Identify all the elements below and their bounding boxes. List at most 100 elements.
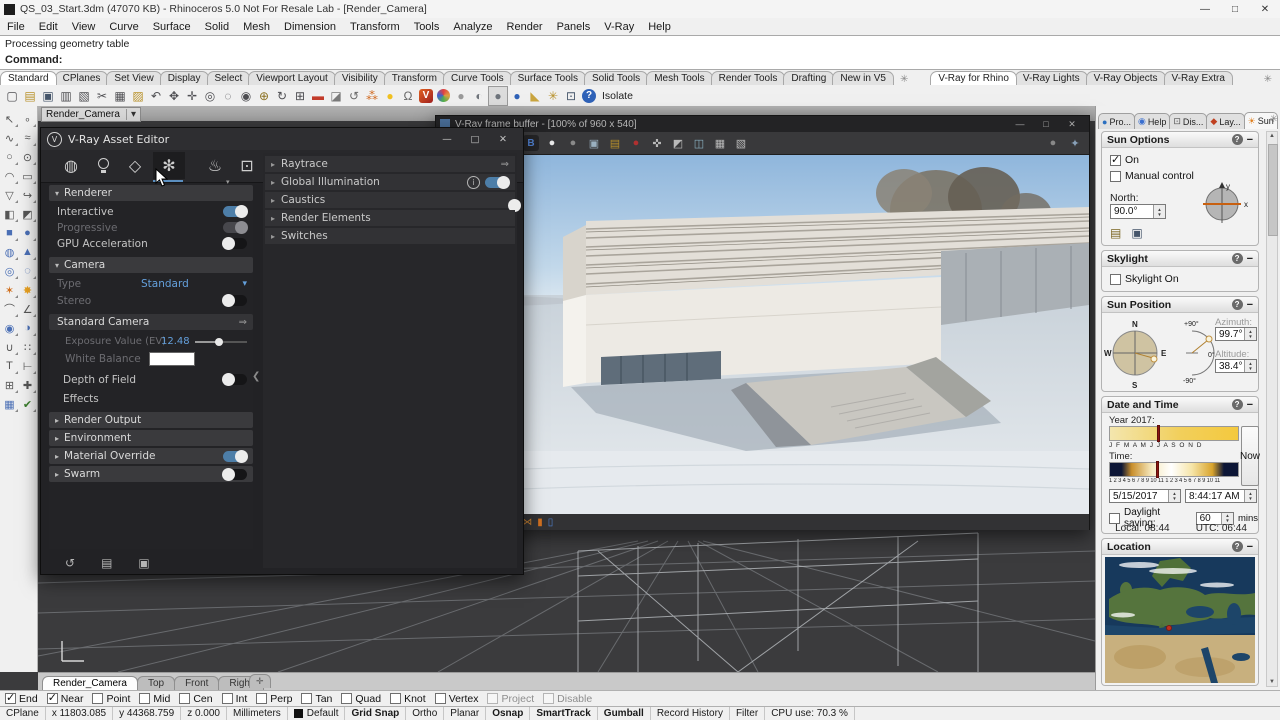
renderer-section-header[interactable]: Renderer	[49, 185, 253, 201]
geometry-icon[interactable]: ◇	[119, 152, 151, 179]
save-icon[interactable]: ▣	[138, 556, 149, 570]
collapse-minus-icon[interactable]	[1247, 399, 1253, 411]
frame-buffer-window-icon[interactable]: ⊡	[231, 152, 263, 179]
toolbar-tab[interactable]: Curve Tools	[443, 71, 512, 85]
spin-arrows-icon[interactable]	[1221, 513, 1233, 524]
toolbar-tab[interactable]: Select	[207, 71, 251, 85]
toolbar-tab[interactable]: Viewport Layout	[248, 71, 336, 85]
cut-icon[interactable]: ✂	[93, 87, 111, 105]
polygon-icon[interactable]: ▽	[1, 186, 18, 204]
viewport-title-tab[interactable]: Render_Camera	[41, 107, 141, 122]
fb-close-icon[interactable]	[1059, 119, 1085, 130]
box-icon[interactable]: ■	[1, 224, 18, 242]
year-slider[interactable]	[1109, 426, 1239, 441]
osnap-checkbox[interactable]: Disable	[543, 693, 592, 705]
chamfer-icon[interactable]: ∠	[19, 300, 36, 318]
sidebar-scrollbar[interactable]	[1266, 131, 1278, 687]
materials-icon[interactable]: ◍	[55, 152, 87, 179]
spin-arrows-icon[interactable]	[1244, 328, 1256, 340]
help-circle-icon[interactable]	[1232, 541, 1243, 552]
sun-options-header[interactable]: Sun Options	[1102, 132, 1258, 148]
collapse-flyout-icon[interactable]	[252, 371, 260, 382]
help-circle-icon[interactable]	[1232, 134, 1243, 145]
viewport-tab[interactable]: Front	[174, 676, 219, 690]
lights-icon[interactable]	[87, 152, 119, 179]
osnap-checkbox[interactable]: Near	[47, 693, 84, 705]
status-cell[interactable]: Ortho	[406, 707, 444, 720]
status-cell[interactable]: CPlane	[0, 707, 46, 720]
osnap-checkbox[interactable]: Knot	[390, 693, 426, 705]
swarm-toggle[interactable]	[223, 469, 247, 480]
ae-minimize-icon[interactable]	[433, 134, 461, 145]
status-cell[interactable]: Grid Snap	[345, 707, 406, 720]
menu-item[interactable]: Edit	[39, 21, 58, 33]
boolean-difference-icon[interactable]: ◑	[19, 319, 36, 337]
menu-item[interactable]: Render	[507, 21, 543, 33]
text-icon[interactable]: T	[1, 357, 18, 375]
fillet-icon[interactable]: ⌒	[1, 300, 18, 318]
vray-dome-light-icon[interactable]: ◐	[470, 87, 488, 105]
global-illumination-row[interactable]: Global Illumination i	[265, 174, 515, 190]
cone-icon[interactable]: ▲	[19, 243, 36, 261]
toolbar-tab[interactable]: Transform	[384, 71, 445, 85]
collapse-minus-icon[interactable]	[1247, 134, 1253, 146]
print-icon[interactable]: ▥	[57, 87, 75, 105]
menu-item[interactable]: Transform	[350, 21, 400, 33]
menu-item[interactable]: Help	[648, 21, 671, 33]
menu-item[interactable]: Mesh	[243, 21, 270, 33]
zoom-extents-icon[interactable]: ⊕	[255, 87, 273, 105]
progressive-toggle[interactable]	[223, 222, 247, 233]
close-icon[interactable]	[1250, 4, 1280, 15]
toolbar-tab[interactable]: Display	[160, 71, 209, 85]
join-icon[interactable]: ∪	[1, 338, 18, 356]
north-compass[interactable]: y x	[1196, 180, 1254, 226]
osnap-checkbox[interactable]: Cen	[179, 693, 212, 705]
vray-toolbar-tab[interactable]: V-Ray Extra	[1164, 71, 1233, 85]
vray-toolbar-tab[interactable]: V-Ray Objects	[1086, 71, 1166, 85]
annotate-icon[interactable]: ▧	[75, 87, 93, 105]
status-cell[interactable]: Millimeters	[227, 707, 288, 720]
sun-position-header[interactable]: Sun Position	[1102, 297, 1258, 313]
bar-orange-icon[interactable]: ▮	[537, 517, 543, 528]
minimize-icon[interactable]	[1190, 4, 1220, 15]
environment-header[interactable]: Environment	[49, 430, 253, 446]
block-icon[interactable]: ▦	[1, 395, 18, 413]
save-icon[interactable]: ▣	[39, 87, 57, 105]
track-mouse-icon[interactable]: ✜	[649, 135, 665, 151]
curve-icon[interactable]: ∿	[1, 129, 18, 147]
vray-toolbar-tab[interactable]: V-Ray for Rhino	[930, 71, 1017, 85]
osnap-checkbox[interactable]: Tan	[301, 693, 332, 705]
world-map[interactable]	[1105, 557, 1255, 683]
time-slider[interactable]	[1109, 462, 1239, 477]
vray-blue-sphere-icon[interactable]: ●	[508, 87, 526, 105]
vray-render-icon[interactable]: V	[419, 89, 433, 103]
stop-render-icon[interactable]: ●	[628, 135, 644, 151]
fb-maximize-icon[interactable]	[1033, 119, 1059, 129]
dof-toggle[interactable]	[223, 374, 247, 385]
mono-channel-icon[interactable]: ●	[565, 135, 581, 151]
command-line[interactable]: Command:	[0, 51, 1280, 70]
expand-arrow-icon[interactable]	[239, 317, 247, 328]
menu-item[interactable]: View	[72, 21, 96, 33]
help-circle-icon[interactable]	[1232, 253, 1243, 264]
help-icon[interactable]: ?	[582, 89, 596, 103]
history-a-icon[interactable]: ▦	[712, 135, 728, 151]
toolbar-tab[interactable]: Standard	[0, 71, 57, 85]
vray-sphere-pressed-icon[interactable]: ●	[488, 86, 508, 106]
vray-sphere-gray-icon[interactable]: ●	[452, 87, 470, 105]
settings-star-icon[interactable]: ✦	[1067, 135, 1083, 151]
cylinder-icon[interactable]: ◍	[1, 243, 18, 261]
spin-arrows-icon[interactable]	[1244, 360, 1256, 372]
check-icon[interactable]: ✔	[19, 395, 36, 413]
white-balance-swatch[interactable]	[149, 352, 195, 366]
status-cell[interactable]: Osnap	[486, 707, 530, 720]
status-cell[interactable]: Gumball	[598, 707, 651, 720]
help-circle-icon[interactable]	[1232, 299, 1243, 310]
material-override-toggle[interactable]	[223, 451, 247, 462]
compare-icon[interactable]: ◫	[691, 135, 707, 151]
gi-toggle[interactable]	[485, 177, 509, 188]
bar-blue-icon[interactable]: ▯	[548, 517, 554, 528]
material-override-header[interactable]: Material Override	[49, 448, 253, 464]
save-image-icon[interactable]: ▣	[586, 135, 602, 151]
rectangle-icon[interactable]: ▭	[19, 167, 36, 185]
